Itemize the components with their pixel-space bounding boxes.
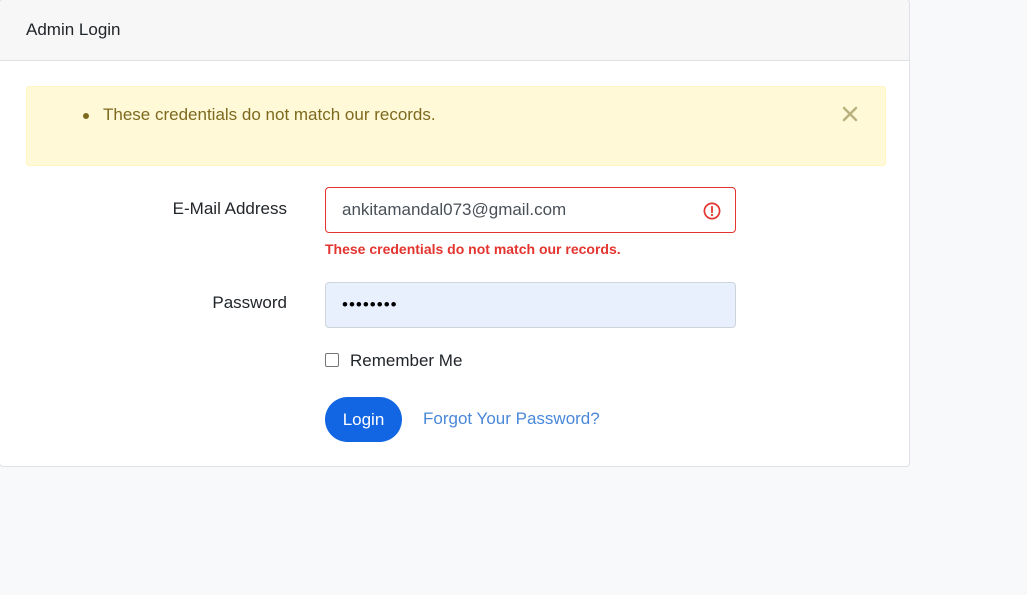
card-header: Admin Login: [0, 0, 909, 61]
card-title: Admin Login: [26, 20, 121, 39]
remember-me-checkbox[interactable]: [325, 353, 339, 367]
exclamation-circle-icon: [703, 202, 721, 220]
password-label: Password: [212, 293, 287, 312]
password-field[interactable]: [325, 282, 736, 328]
email-error-message: These credentials do not match our recor…: [325, 241, 621, 257]
email-field[interactable]: [325, 187, 736, 233]
alert-message: These credentials do not match our recor…: [103, 105, 436, 124]
close-icon[interactable]: [839, 103, 861, 125]
bullet-icon: [83, 113, 89, 119]
forgot-password-link[interactable]: Forgot Your Password?: [423, 409, 600, 429]
error-alert: These credentials do not match our recor…: [26, 86, 886, 166]
email-label: E-Mail Address: [172, 199, 287, 218]
remember-me-label[interactable]: Remember Me: [350, 351, 462, 371]
login-card: Admin Login: [0, 0, 910, 467]
login-button[interactable]: Login: [325, 397, 402, 442]
